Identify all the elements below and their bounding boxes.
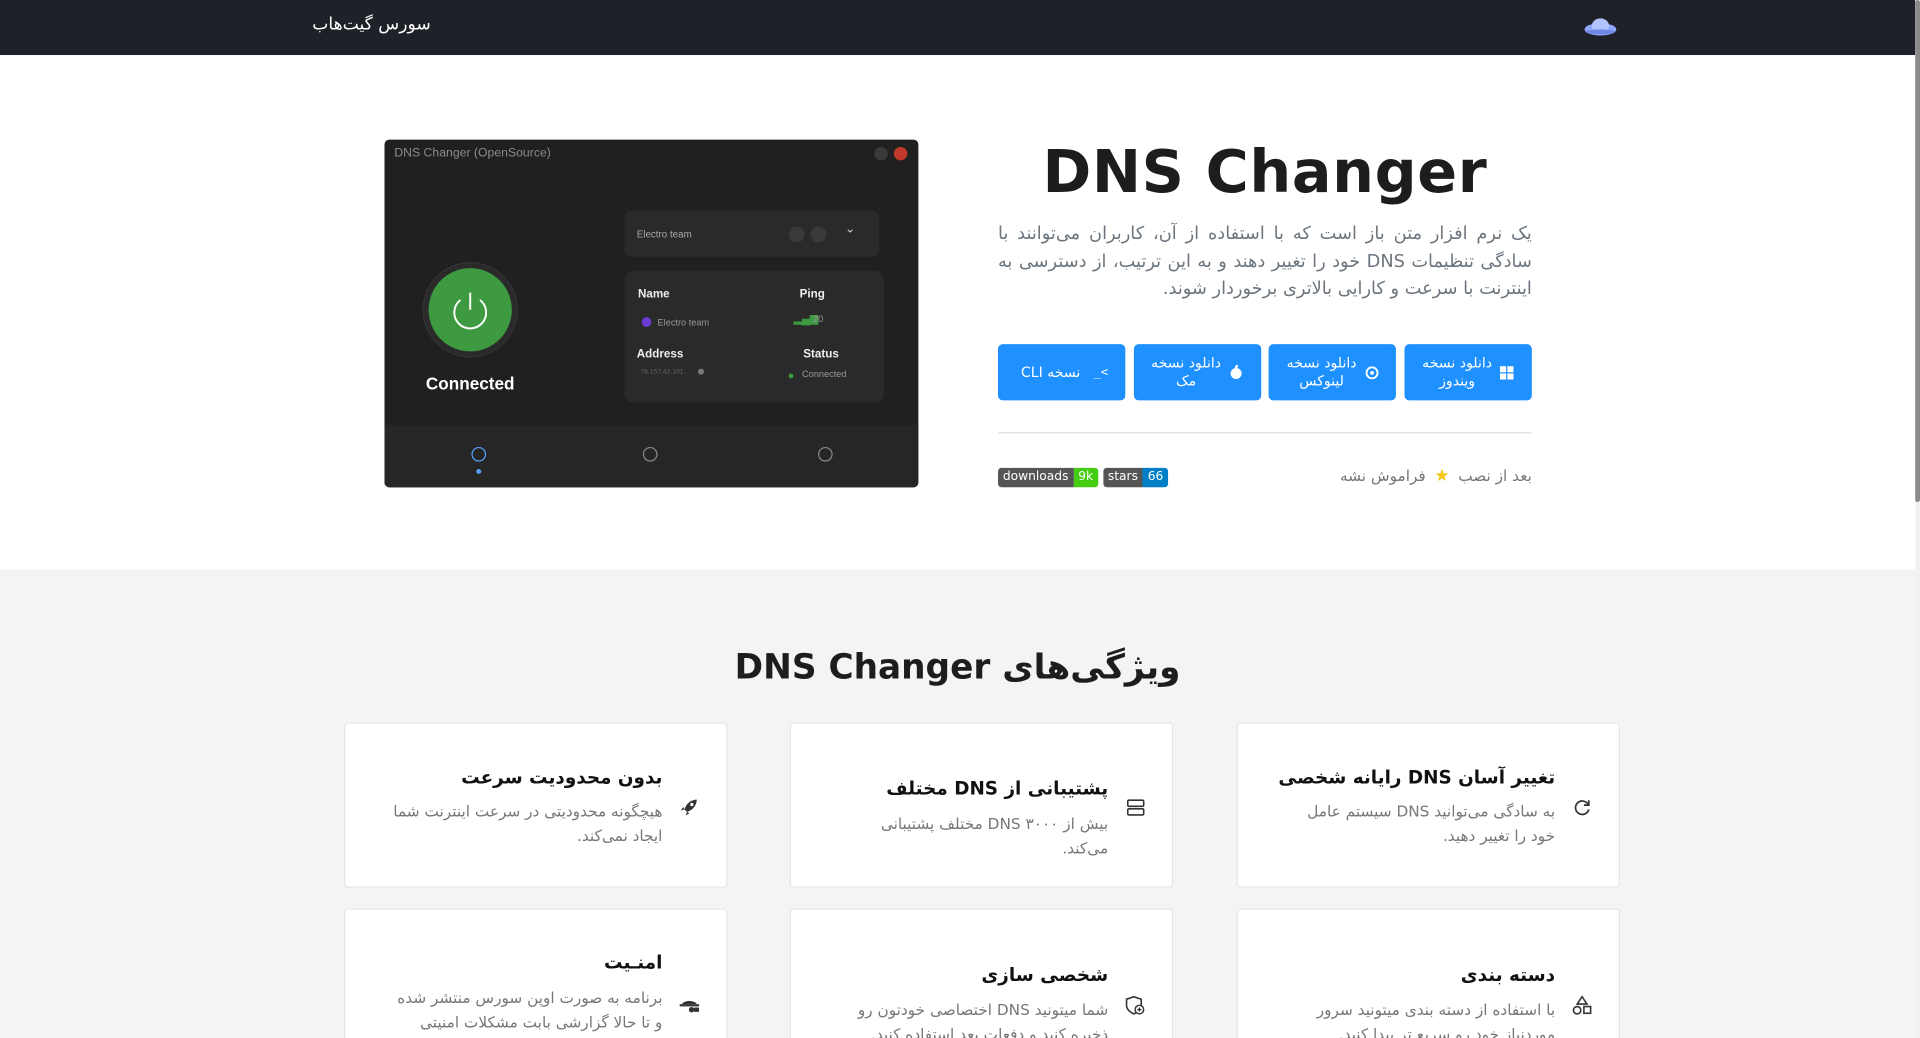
shield-plus-icon [1125,995,1145,1016]
after-install-text-after: فراموش نشه [1339,466,1426,485]
after-install-note: بعد از نصب ★ فراموش نشه [1298,467,1532,487]
connection-status-large: Connected [425,373,515,394]
name-value: Electro team [657,317,710,329]
windows-icon [1500,365,1515,380]
download-linux-button[interactable]: دانلود نسخه لینوکس [1268,344,1397,401]
hero-section [0,55,1916,570]
cloud-logo-icon[interactable] [1582,16,1619,40]
refresh-icon [1572,797,1592,817]
features-title: ویژگی‌های DNS Changer [734,646,1181,687]
page-scrollbar[interactable] [1915,0,1920,1038]
power-icon [453,292,488,330]
download-windows-button[interactable]: دانلود نسخه ویندوز [1404,344,1532,401]
feature-card: شخصی سازی شما میتونید DNS اختصاصی خودتون… [789,908,1174,1038]
feature-title: تغییر آسان DNS رایانه شخصی [1278,766,1556,789]
feature-card: دسته بندی با استفاده از دسته بندی میتونی… [1236,908,1621,1038]
hero-description: یک نرم افزار متن باز است که با استفاده ا… [997,224,1532,299]
badges: downloads 9k stars 66 [997,467,1169,488]
download-windows-label: دانلود نسخه ویندوز [1422,353,1493,390]
feature-title: امنـیت [604,951,663,974]
status-label: Status [803,347,839,362]
active-tab-dot [476,468,482,474]
home-icon [471,446,487,462]
feature-title: پشتیبانی از DNS مختلف [886,777,1109,800]
stars-badge-key: stars [1102,467,1143,488]
add-icon [810,226,827,243]
power-button-graphic [423,263,517,357]
feature-card: امنـیت برنامه به صورت اوپن سورس منتشر شد… [344,908,728,1038]
feature-desc: هیچگونه محدودیتی در سرعت اینترنت شما ایج… [393,802,663,845]
shield-icon [641,317,652,327]
feature-title: بدون محدودیت سرعت [461,766,663,789]
github-source-link[interactable]: سورس گیت‌هاب [312,15,430,35]
ping-value: 20 [813,313,824,325]
star-icon: ★ [1434,466,1450,487]
shapes-icon [1572,995,1592,1016]
cli-version-button[interactable]: >_ نسخه CLI [997,344,1126,401]
download-mac-label: دانلود نسخه مک [1151,353,1222,390]
feature-card: پشتیبانی از DNS مختلف بیش از ۳۰۰۰ DNS مخ… [789,722,1174,888]
spy-icon [679,996,700,1016]
info-icon [642,446,658,462]
feature-desc: شما میتونید DNS اختصاصی خودتون رو ذخیره … [857,1000,1109,1038]
ping-label: Ping [799,287,825,302]
scrollbar-thumb[interactable] [1915,0,1920,503]
cli-version-label: نسخه CLI [1020,363,1081,381]
feature-card: بدون محدودیت سرعت هیچگونه محدودیتی در سر… [344,722,728,888]
downloads-badge-value: 9k [1073,467,1099,488]
feature-desc: به سادگی می‌توانید DNS سیستم عامل خود را… [1307,802,1556,845]
status-value: Connected [802,368,847,380]
terminal-icon: >_ [1093,365,1109,379]
download-linux-label: دانلود نسخه لینوکس [1286,353,1357,390]
close-icon [893,146,908,161]
feature-title: دسته بندی [1460,963,1556,986]
download-buttons: دانلود نسخه ویندوز دانلود نسخه لینوکس دا… [997,344,1532,401]
feature-title: شخصی سازی [981,963,1109,986]
download-mac-button[interactable]: دانلود نسخه مک [1133,344,1261,401]
status-dot-icon [788,373,794,379]
downloads-badge[interactable]: downloads 9k [997,467,1099,488]
hero-title: DNS Changer [1042,138,1488,207]
connection-info-card: Name Electro team Ping ▂▄▆ 20 Address 78… [624,270,885,403]
gear-icon [817,446,833,462]
app-screenshot: DNS Changer (OpenSource) Connected Elect… [384,139,919,488]
linux-icon [1364,365,1379,380]
dns-selector-label: Electro team [636,228,692,241]
copy-icon [697,368,705,375]
feature-desc: بیش از ۳۰۰۰ DNS مختلف پشتیبانی می‌کند. [880,814,1109,858]
refresh-icon [788,226,805,243]
rocket-icon [680,797,700,817]
minimize-icon [874,146,888,161]
stars-badge[interactable]: stars 66 [1102,467,1169,488]
divider [997,432,1532,434]
stars-badge-value: 66 [1142,467,1169,488]
name-label: Name [637,287,670,302]
after-install-text-before: بعد از نصب [1458,466,1532,485]
app-window-title: DNS Changer (OpenSource) [394,146,551,161]
apple-icon [1229,364,1244,380]
address-value: 78.157.42.101... [640,368,690,376]
address-label: Address [636,347,684,362]
downloads-badge-key: downloads [997,467,1074,488]
server-icon [1125,797,1145,817]
feature-desc: با استفاده از دسته بندی میتونید سرور مور… [1316,1000,1556,1038]
feature-card: تغییر آسان DNS رایانه شخصی به سادگی می‌ت… [1236,722,1621,888]
feature-desc: برنامه به صورت اوپن سورس منتشر شده و تا … [397,988,663,1038]
chevron-down-icon: ⌄ [844,222,856,237]
dns-selector: Electro team ⌄ [624,210,880,258]
app-bottom-nav [384,424,919,488]
top-navbar: سورس گیت‌هاب [0,0,1916,56]
